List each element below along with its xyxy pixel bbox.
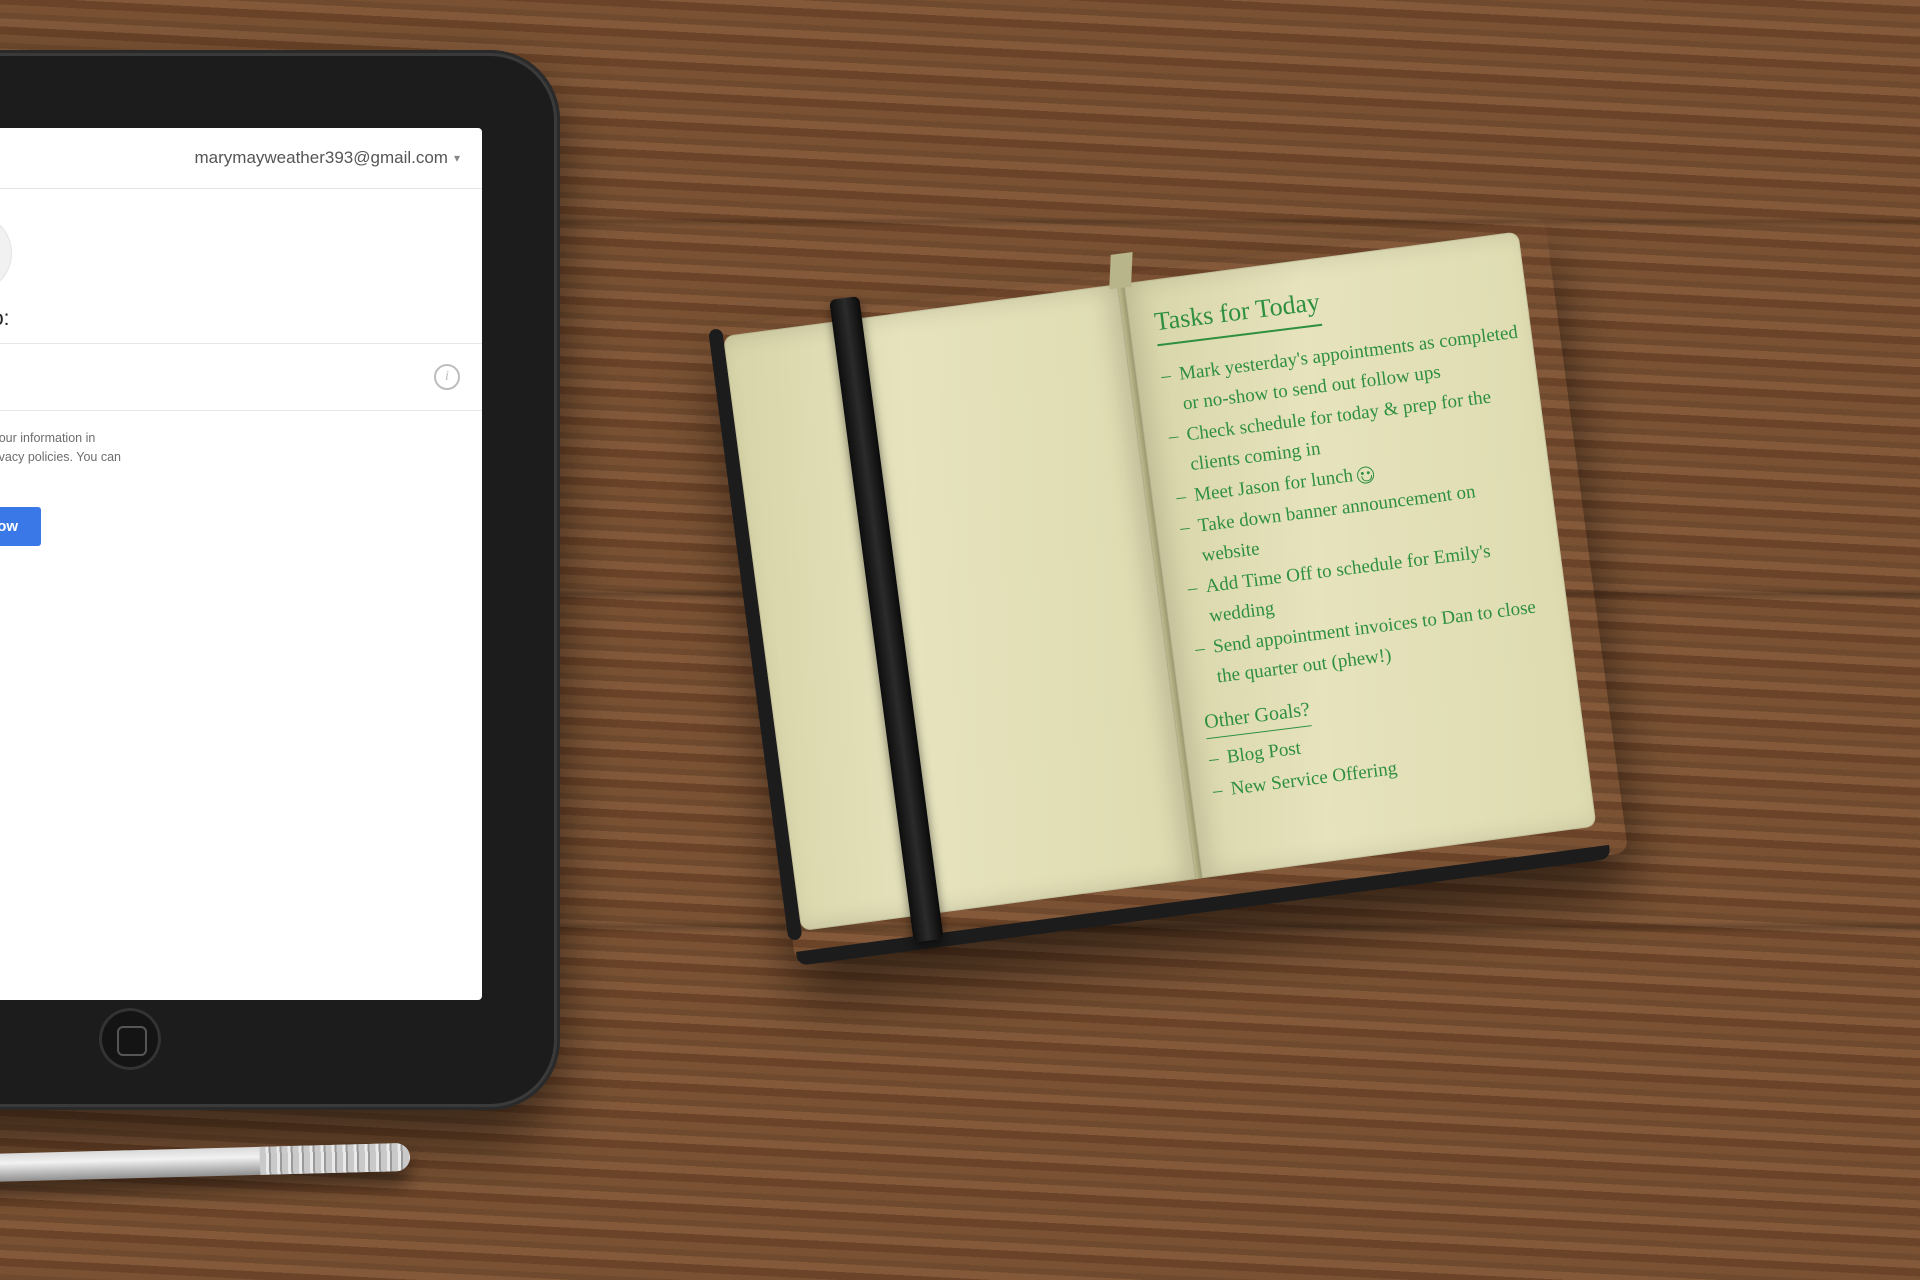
consent-disclaimer: you allow this app and Google to use you… [0,411,144,485]
handwritten-notes: Tasks for Today Mark yesterday's appoint… [1152,258,1573,812]
account-bar[interactable]: marymayweather393@gmail.com ▾ [0,128,482,189]
tablet-screen: marymayweather393@gmail.com ▾ ✓ meTa ▾ T… [0,128,482,1000]
notes-subheading: Other Goals? [1203,694,1312,739]
consent-heading: ▾ TimeTap would like to: [0,303,482,343]
ribbon-bookmark-icon [1109,252,1132,289]
smiley-icon [1356,466,1375,485]
info-icon[interactable]: i [434,364,460,390]
chevron-down-icon: ▾ [454,151,460,165]
notebook-left-page [723,284,1196,931]
tablet-device: marymayweather393@gmail.com ▾ ✓ meTa ▾ T… [0,50,560,1110]
permission-scope-row[interactable]: ge your calendars i [0,343,482,411]
open-notebook: Tasks for Today Mark yesterday's appoint… [723,229,1617,951]
allow-button[interactable]: Allow [0,507,41,546]
tablet-home-button-icon[interactable] [99,1008,161,1070]
consent-button-row: Deny Allow [0,485,482,546]
account-email: marymayweather393@gmail.com [195,148,448,168]
timetap-app-icon: ✓ meTa [0,213,12,293]
app-identity-row: ✓ meTa [0,189,482,303]
mechanical-pencil [0,1143,410,1185]
task-list: Mark yesterday's appointments as complet… [1160,318,1558,694]
desk-scene: marymayweather393@gmail.com ▾ ✓ meTa ▾ T… [0,0,1920,1280]
